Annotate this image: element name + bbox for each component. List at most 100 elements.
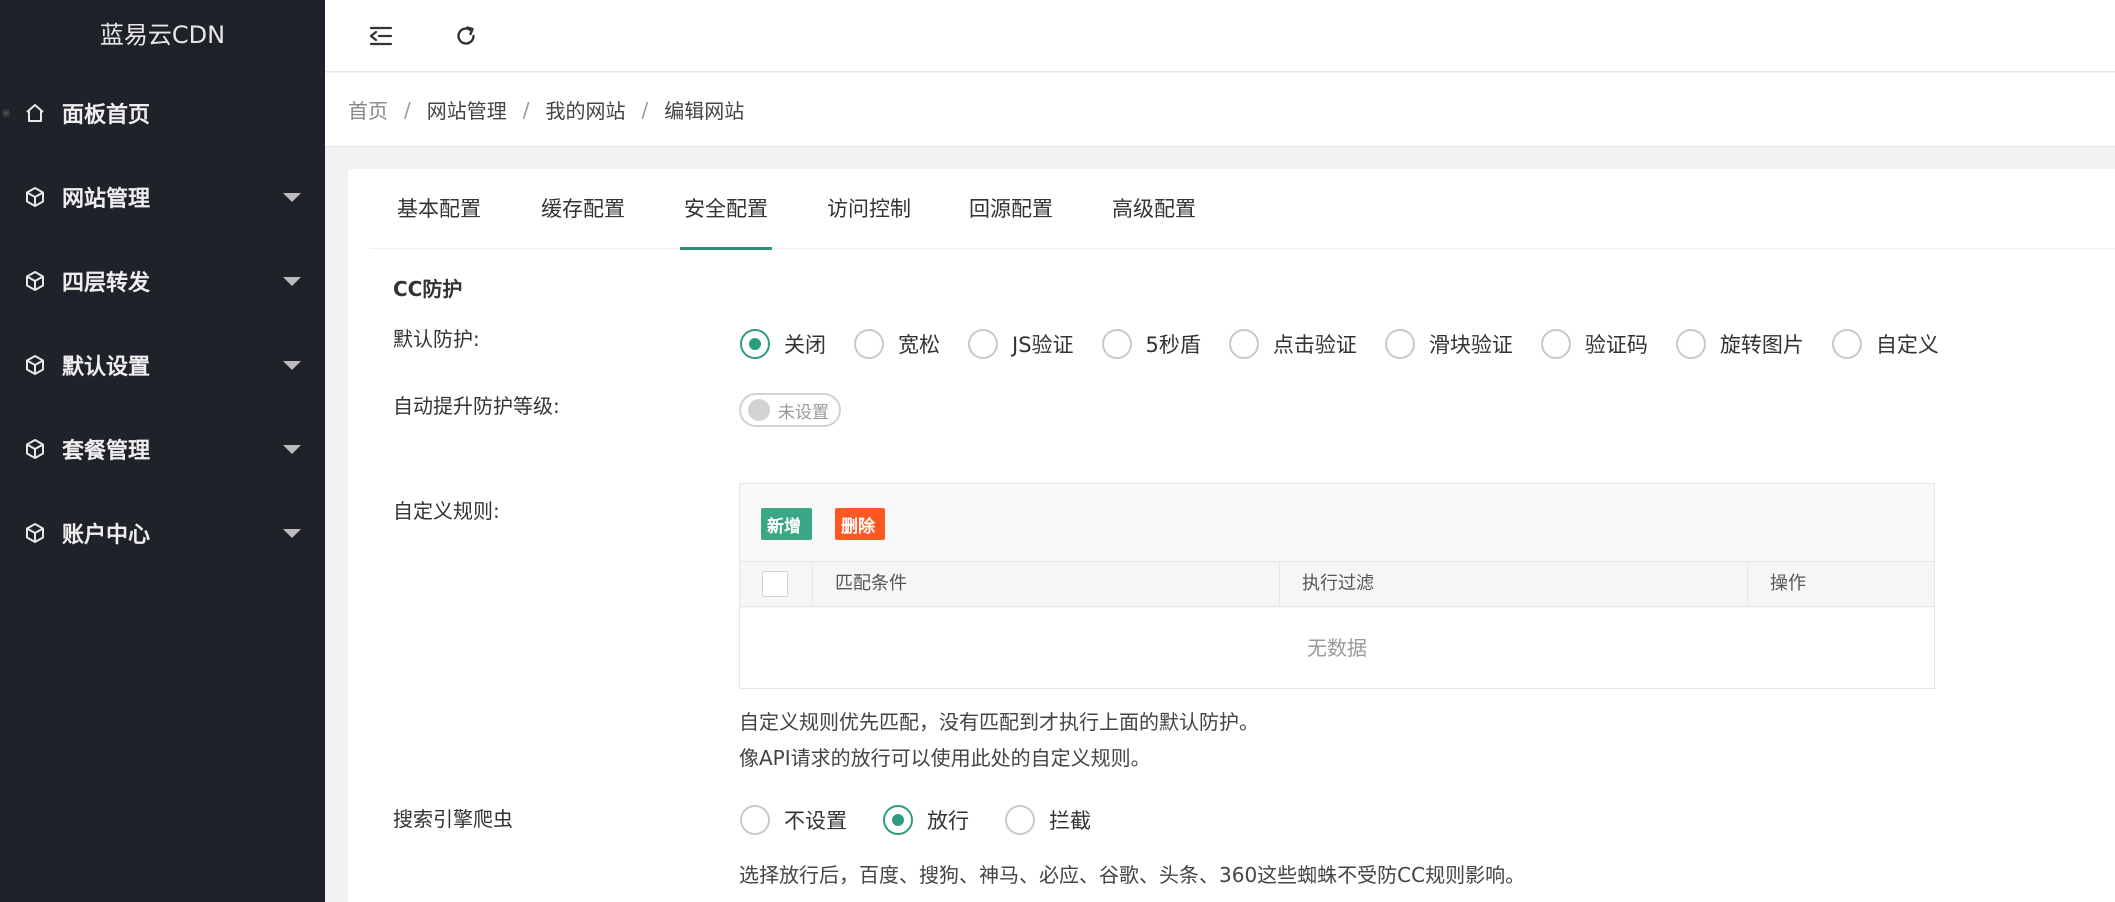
breadcrumb: 首页 / 网站管理 / 我的网站 / 编辑网站 [325, 73, 2115, 147]
switch-knob [748, 399, 770, 421]
sidebar-item-plans[interactable]: 套餐管理 [0, 419, 325, 479]
refresh-icon[interactable] [450, 20, 482, 52]
edit-site-card: 基本配置 缓存配置 安全配置 访问控制 回源配置 高级配置 CC防护 默认防护:… [348, 169, 2115, 902]
radio-label: 放行 [927, 809, 969, 833]
chevron-down-icon [283, 193, 301, 202]
radio-checked-icon [740, 329, 770, 359]
radio-off[interactable]: 关闭 [740, 329, 826, 359]
breadcrumb-edit-site: 编辑网站 [664, 99, 745, 123]
radio-spider-unset[interactable]: 不设置 [740, 805, 847, 835]
switch-text: 未设置 [778, 402, 829, 423]
sidebar-item-site-management[interactable]: 网站管理 [0, 167, 325, 227]
sidebar-item-default-settings[interactable]: 默认设置 [0, 335, 325, 395]
default-protection-radio-group: 关闭 宽松 JS验证 5秒盾 点击验证 滑块验证 验证码 旋转图片 自定义 [740, 329, 1939, 359]
home-icon [22, 100, 48, 126]
radio-label: 宽松 [898, 333, 940, 357]
sidebar-item-label: 套餐管理 [62, 439, 151, 464]
radio-captcha[interactable]: 验证码 [1540, 329, 1648, 359]
tab-basic[interactable]: 基本配置 [393, 169, 485, 249]
sidebar-item-label: 面板首页 [62, 103, 151, 128]
empty-state: 无数据 [740, 608, 1934, 688]
tab-origin[interactable]: 回源配置 [965, 169, 1057, 249]
breadcrumb-separator: / [404, 97, 411, 122]
tab-security[interactable]: 安全配置 [680, 169, 772, 250]
sidebar: 蓝易云CDN ⋇ 面板首页 网站管理 四层转发 默认设置 套餐管理 账户中心 [0, 0, 325, 902]
radio-js-verify[interactable]: JS验证 [968, 329, 1074, 359]
breadcrumb-separator: / [641, 97, 649, 122]
radio-unchecked-icon [1005, 805, 1035, 835]
table-header: 匹配条件 执行过滤 操作 [740, 561, 1934, 607]
cube-icon [22, 520, 48, 546]
custom-rules-hint-2: 像API请求的放行可以使用此处的自定义规则。 [739, 746, 1151, 770]
radio-label: 点击验证 [1272, 333, 1357, 357]
column-header-filter: 执行过滤 [1302, 573, 1374, 594]
tab-bar: 基本配置 缓存配置 安全配置 访问控制 回源配置 高级配置 [370, 169, 2115, 250]
radio-rotate-image[interactable]: 旋转图片 [1675, 329, 1804, 359]
top-header [325, 0, 2115, 72]
radio-spider-block[interactable]: 拦截 [1005, 805, 1091, 835]
column-header-match: 匹配条件 [835, 573, 907, 594]
radio-unchecked-icon [1540, 329, 1571, 359]
radio-5s-shield[interactable]: 5秒盾 [1101, 329, 1201, 359]
breadcrumb-separator: / [522, 97, 530, 122]
radio-label: 关闭 [784, 333, 826, 357]
menu-collapse-icon[interactable] [365, 20, 397, 52]
radio-label: 自定义 [1875, 333, 1939, 357]
radio-label: 不设置 [784, 809, 847, 833]
sidebar-item-label: 账户中心 [62, 523, 151, 548]
column-divider [1747, 562, 1748, 606]
tab-advanced[interactable]: 高级配置 [1108, 169, 1200, 249]
cube-icon [22, 436, 48, 462]
radio-unchecked-icon [968, 329, 998, 359]
column-divider [812, 562, 813, 606]
radio-unchecked-icon [1831, 329, 1862, 359]
spider-label: 搜索引擎爬虫 [393, 807, 513, 831]
select-all-checkbox[interactable] [762, 571, 788, 597]
breadcrumb-my-sites[interactable]: 我的网站 [546, 95, 626, 124]
radio-spider-allow[interactable]: 放行 [883, 805, 969, 835]
breadcrumb-home[interactable]: 首页 [348, 95, 388, 124]
auto-raise-label: 自动提升防护等级: [393, 394, 560, 418]
chevron-down-icon [283, 529, 301, 538]
radio-unchecked-icon [1228, 329, 1259, 359]
radio-label: 滑块验证 [1428, 333, 1513, 357]
radio-unchecked-icon [740, 805, 770, 835]
sidebar-item-l4-forward[interactable]: 四层转发 [0, 251, 325, 311]
radio-label: 5秒盾 [1145, 333, 1201, 357]
custom-rules-hint-1: 自定义规则优先匹配，没有匹配到才执行上面的默认防护。 [739, 710, 1259, 734]
tab-cache[interactable]: 缓存配置 [537, 169, 629, 249]
auto-raise-switch[interactable]: 未设置 [739, 393, 841, 427]
brand-logo: 蓝易云CDN [99, 21, 226, 49]
radio-loose[interactable]: 宽松 [854, 329, 940, 359]
section-title: CC防护 [393, 277, 463, 301]
radio-custom[interactable]: 自定义 [1831, 329, 1939, 359]
add-rule-button[interactable]: 新增 [761, 508, 812, 540]
delete-rule-button[interactable]: 删除 [835, 508, 885, 540]
radio-unchecked-icon [1384, 329, 1415, 359]
default-protection-label: 默认防护: [393, 327, 480, 351]
column-header-actions: 操作 [1770, 573, 1806, 594]
cube-icon [22, 352, 48, 378]
chevron-down-icon [283, 361, 301, 370]
radio-label: 旋转图片 [1719, 333, 1804, 357]
cube-icon [22, 268, 48, 294]
sidebar-item-home[interactable]: 面板首页 [0, 83, 325, 143]
chevron-down-icon [283, 445, 301, 454]
radio-click-verify[interactable]: 点击验证 [1228, 329, 1357, 359]
breadcrumb-site-management[interactable]: 网站管理 [427, 95, 507, 124]
spider-hint: 选择放行后，百度、搜狗、神马、必应、谷歌、头条、360这些蜘蛛不受防CC规则影响… [739, 863, 1526, 887]
sidebar-item-label: 网站管理 [62, 187, 151, 212]
spider-radio-group: 不设置 放行 拦截 [740, 805, 1091, 835]
column-divider [1279, 562, 1280, 606]
sidebar-item-account[interactable]: 账户中心 [0, 503, 325, 563]
radio-label: 验证码 [1584, 333, 1648, 357]
radio-slider-verify[interactable]: 滑块验证 [1384, 329, 1513, 359]
chevron-down-icon [283, 277, 301, 286]
tab-access-control[interactable]: 访问控制 [823, 169, 915, 249]
tab-label: 安全配置 [684, 197, 768, 221]
tab-active-indicator [680, 247, 772, 250]
sidebar-item-label: 四层转发 [62, 271, 151, 296]
custom-rules-label: 自定义规则: [393, 499, 500, 523]
sidebar-item-label: 默认设置 [62, 355, 151, 380]
custom-rules-table: 新增 删除 匹配条件 执行过滤 操作 无数据 [739, 483, 1935, 689]
